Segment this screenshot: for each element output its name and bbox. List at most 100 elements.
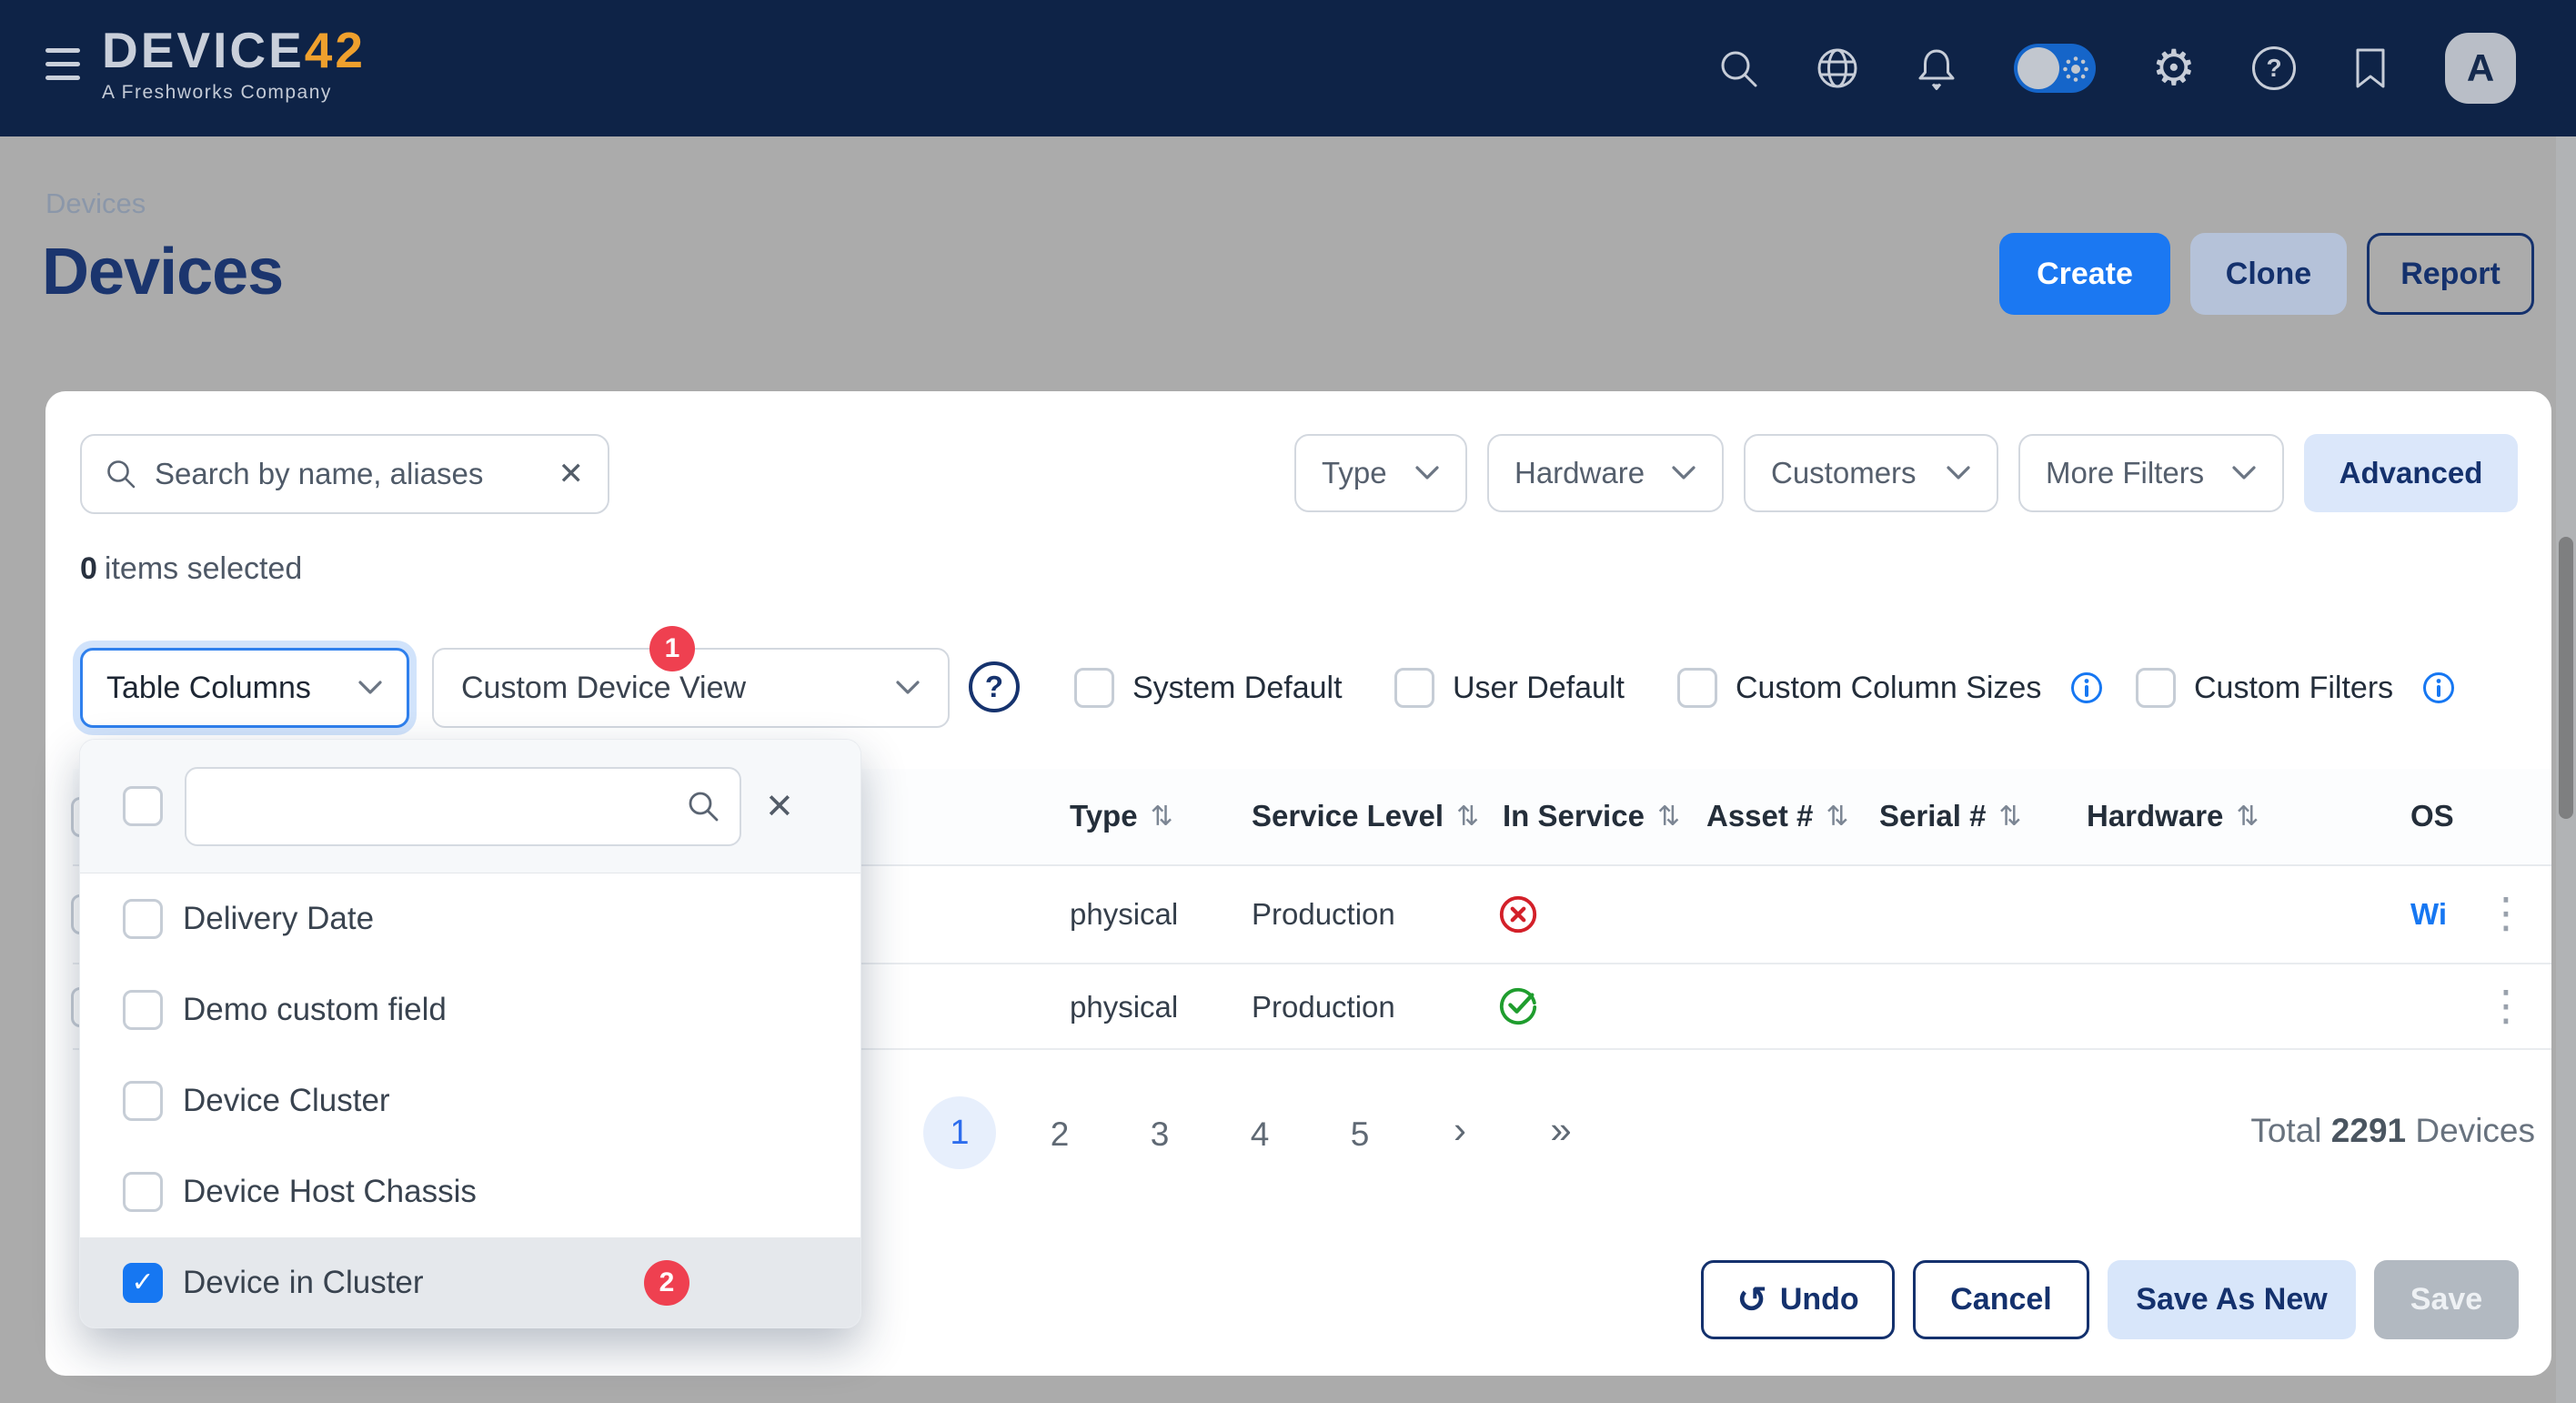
column-option-device-host-chassis[interactable]: Device Host Chassis — [80, 1146, 860, 1237]
page-scrollbar-track[interactable] — [2556, 136, 2576, 1403]
table-columns-panel: ✕ Delivery Date Demo custom field Device… — [80, 740, 860, 1327]
search-icon — [106, 459, 136, 490]
column-header-asset[interactable]: Asset #⇅ — [1706, 799, 1849, 833]
devices-card: ✕ Type Hardware Customers More Filters A… — [45, 391, 2551, 1376]
column-header-type[interactable]: Type⇅ — [1070, 799, 1173, 833]
breadcrumb[interactable]: Devices — [45, 187, 146, 220]
cell-service-level: Production — [1252, 990, 1395, 1024]
save-as-new-button[interactable]: Save As New — [2108, 1260, 2356, 1339]
column-header-os[interactable]: OS — [2410, 799, 2461, 833]
system-default-option[interactable]: System Default — [1074, 668, 1343, 708]
device-in-cluster-badge: 2 — [644, 1260, 689, 1306]
device-search-box: ✕ — [80, 434, 609, 514]
search-input[interactable] — [155, 457, 540, 491]
logo-subtitle: A Freshworks Company — [102, 82, 366, 104]
gear-icon[interactable]: ⚙ — [2152, 44, 2196, 93]
report-button[interactable]: Report — [2367, 233, 2534, 315]
help-icon[interactable]: ? — [2252, 46, 2296, 90]
sort-icon[interactable]: ⇅ — [2236, 801, 2259, 833]
navbar-icons: ⚙ ? A — [1717, 0, 2516, 136]
custom-filters-checkbox[interactable] — [2136, 668, 2176, 708]
close-icon[interactable]: ✕ — [765, 789, 794, 823]
next-page-button[interactable]: › — [1433, 1108, 1487, 1152]
sort-icon[interactable]: ⇅ — [1456, 801, 1479, 833]
panel-select-all-checkbox[interactable] — [123, 786, 163, 826]
column-header-in-service[interactable]: In Service⇅ — [1503, 799, 1680, 833]
column-checkbox-checked[interactable]: ✓ — [123, 1263, 163, 1303]
globe-icon[interactable] — [1816, 46, 1859, 90]
column-checkbox[interactable] — [123, 899, 163, 939]
panel-header: ✕ — [80, 740, 860, 873]
column-header-service-level[interactable]: Service Level⇅ — [1252, 799, 1479, 833]
custom-view-badge: 1 — [649, 626, 695, 671]
chevron-down-icon — [2231, 465, 2257, 481]
column-checkbox[interactable] — [123, 1081, 163, 1121]
cell-service-level: Production — [1252, 897, 1395, 932]
sort-icon[interactable]: ⇅ — [1657, 801, 1680, 833]
bell-icon[interactable] — [1916, 45, 1957, 91]
filter-hardware[interactable]: Hardware — [1487, 434, 1724, 512]
advanced-filters-button[interactable]: Advanced — [2304, 434, 2518, 512]
chevron-down-icon — [357, 680, 383, 696]
help-icon[interactable]: ? — [969, 661, 1020, 712]
toggle-knob-icon — [2018, 47, 2059, 89]
filter-customers[interactable]: Customers — [1744, 434, 1998, 512]
top-navbar: DEVICE42 A Freshworks Company ⚙ ? A — [0, 0, 2576, 136]
info-icon[interactable] — [2422, 671, 2455, 704]
column-header-serial[interactable]: Serial #⇅ — [1879, 799, 2022, 833]
page-5-button[interactable]: 5 — [1333, 1115, 1387, 1154]
system-default-checkbox[interactable] — [1074, 668, 1114, 708]
filter-more-filters[interactable]: More Filters — [2018, 434, 2284, 512]
sun-icon — [2063, 56, 2088, 86]
column-option-device-in-cluster[interactable]: ✓ Device in Cluster 2 — [80, 1237, 860, 1327]
row-actions-kebab-icon[interactable]: ⋮ — [2485, 983, 2521, 1029]
page-actions: Create Clone Report — [1999, 233, 2534, 315]
page-3-button[interactable]: 3 — [1132, 1115, 1187, 1154]
custom-filters-option[interactable]: Custom Filters — [2136, 668, 2455, 708]
column-option-device-cluster[interactable]: Device Cluster — [80, 1055, 860, 1146]
custom-column-sizes-checkbox[interactable] — [1677, 668, 1717, 708]
column-checkbox[interactable] — [123, 990, 163, 1030]
column-option-delivery-date[interactable]: Delivery Date — [80, 873, 860, 964]
column-header-hardware[interactable]: Hardware⇅ — [2087, 799, 2259, 833]
hamburger-menu-icon[interactable] — [45, 48, 80, 80]
chevron-down-icon — [895, 680, 921, 696]
sort-icon[interactable]: ⇅ — [1826, 801, 1848, 833]
page-title: Devices — [42, 235, 283, 309]
page-2-button[interactable]: 2 — [1032, 1115, 1087, 1154]
cancel-button[interactable]: Cancel — [1913, 1260, 2089, 1339]
avatar[interactable]: A — [2445, 33, 2516, 104]
sort-icon[interactable]: ⇅ — [1998, 801, 2021, 833]
create-button[interactable]: Create — [1999, 233, 2170, 315]
panel-search-input[interactable] — [206, 789, 687, 823]
page-4-button[interactable]: 4 — [1233, 1115, 1287, 1154]
user-default-option[interactable]: User Default — [1394, 668, 1625, 708]
info-icon[interactable] — [2070, 671, 2103, 704]
column-option-demo-custom-field[interactable]: Demo custom field — [80, 964, 860, 1055]
page-scrollbar-thumb[interactable] — [2559, 537, 2573, 819]
column-checkbox[interactable] — [123, 1172, 163, 1212]
total-devices-count: Total 2291 Devices — [2250, 1112, 2535, 1150]
search-icon[interactable] — [1717, 47, 1759, 89]
bookmark-icon[interactable] — [2352, 46, 2389, 90]
last-page-button[interactable]: » — [1534, 1108, 1588, 1152]
in-service-yes-icon — [1497, 984, 1539, 1034]
clone-button[interactable]: Clone — [2190, 233, 2347, 315]
os-link[interactable]: Wi — [2410, 897, 2447, 932]
save-button[interactable]: Save — [2374, 1260, 2519, 1339]
table-columns-dropdown[interactable]: Table Columns — [80, 648, 409, 728]
page-1-button[interactable]: 1 — [923, 1096, 996, 1169]
search-icon — [687, 790, 719, 823]
custom-column-sizes-option[interactable]: Custom Column Sizes — [1677, 668, 2103, 708]
undo-button[interactable]: ↺ Undo — [1701, 1260, 1895, 1339]
footer-actions: ↺ Undo Cancel Save As New Save — [1701, 1260, 2519, 1339]
row-actions-kebab-icon[interactable]: ⋮ — [2485, 890, 2521, 936]
cell-type: physical — [1070, 897, 1178, 932]
clear-search-icon[interactable]: ✕ — [558, 459, 585, 490]
sort-icon[interactable]: ⇅ — [1151, 801, 1173, 833]
user-default-checkbox[interactable] — [1394, 668, 1434, 708]
cell-type: physical — [1070, 990, 1178, 1024]
logo-wordmark: DEVICE42 — [102, 25, 366, 76]
filter-type[interactable]: Type — [1294, 434, 1467, 512]
theme-toggle[interactable] — [2014, 44, 2096, 93]
